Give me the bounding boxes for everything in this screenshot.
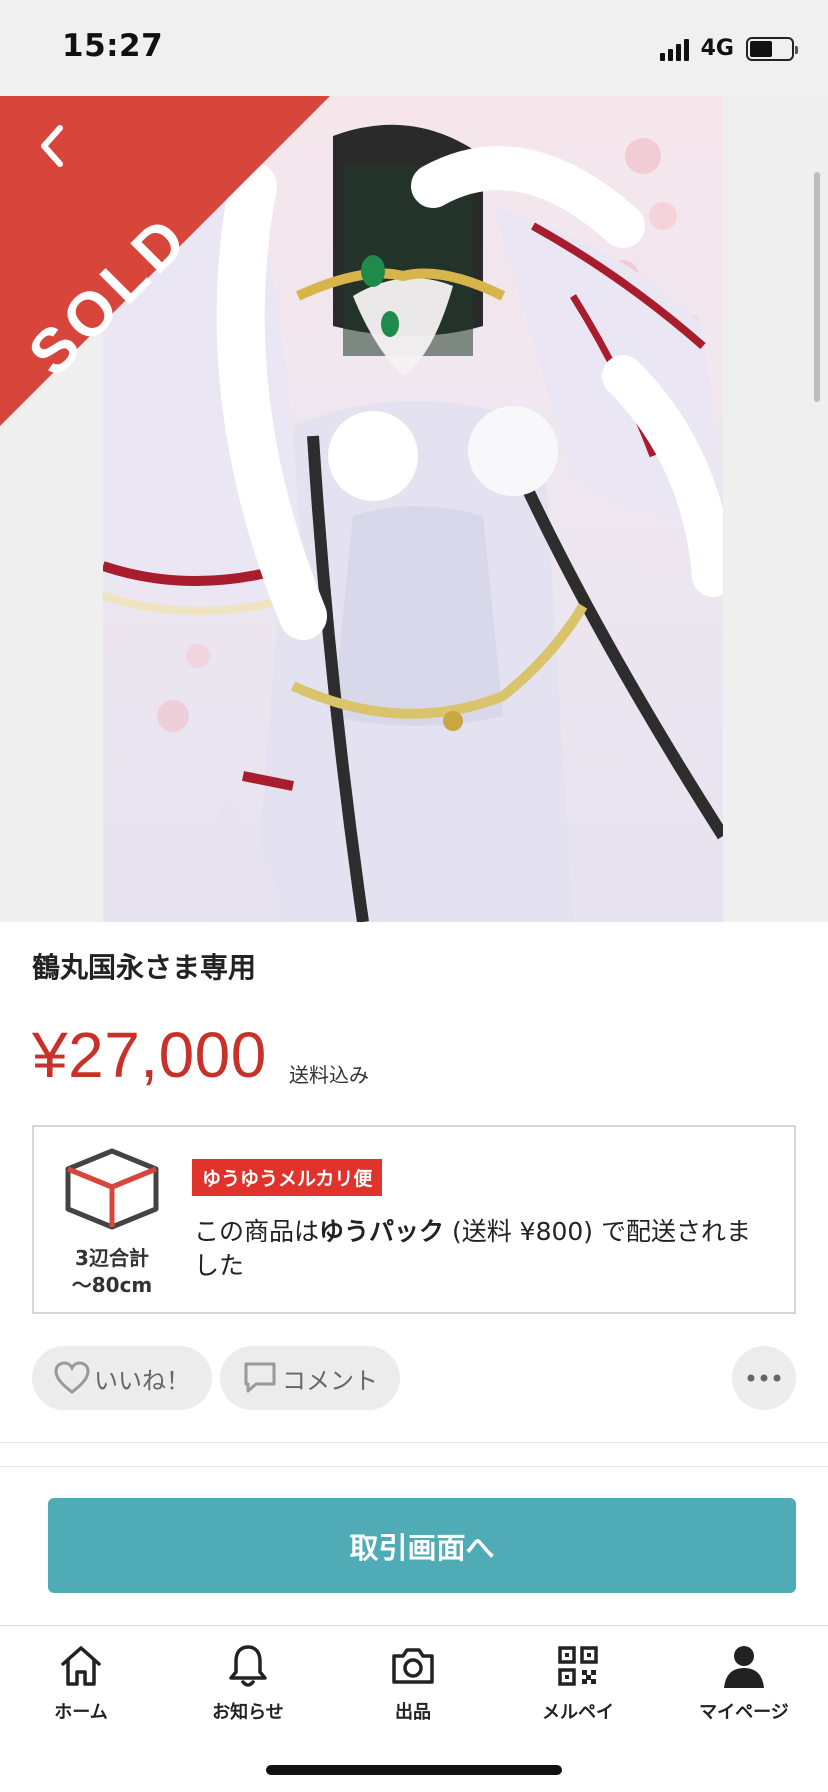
battery-fill	[750, 40, 772, 57]
nav-label-mypage: マイページ	[699, 1702, 789, 1723]
signal-icon	[659, 37, 689, 61]
chevron-left-icon	[41, 125, 63, 167]
nav-label-merpay: メルペイ	[542, 1702, 614, 1723]
nav-item-merpay[interactable]: メルペイ	[513, 1642, 643, 1724]
person-icon	[724, 1646, 764, 1688]
back-button[interactable]	[22, 116, 82, 176]
divider	[0, 1466, 828, 1467]
product-photo[interactable]	[103, 96, 723, 922]
status-bar: 15:27 4G	[0, 0, 828, 96]
camera-icon	[392, 1648, 434, 1684]
nav-label-home: ホーム	[54, 1702, 108, 1723]
like-button[interactable]: いいね！	[32, 1346, 212, 1410]
qr-code-icon	[558, 1646, 598, 1686]
costume-illustration	[103, 124, 723, 922]
bell-icon	[229, 1645, 267, 1687]
home-icon	[61, 1646, 101, 1686]
status-time: 15:27	[62, 28, 164, 64]
nav-item-mypage[interactable]: マイページ	[679, 1642, 809, 1724]
comment-label: コメント	[282, 1366, 378, 1395]
shipping-method-badge: ゆうゆうメルカリ便	[192, 1159, 383, 1196]
home-indicator[interactable]	[266, 1765, 562, 1775]
go-to-transaction-button[interactable]: 取引画面へ	[48, 1498, 796, 1593]
more-options-button[interactable]	[732, 1346, 796, 1410]
nav-item-home[interactable]: ホーム	[16, 1642, 146, 1724]
heart-icon	[54, 1361, 90, 1394]
package-size-line1: 3辺合計	[75, 1246, 149, 1270]
product-price: ¥27,000	[32, 1019, 267, 1091]
shipping-text-prefix: この商品は	[194, 1217, 320, 1246]
scrollbar[interactable]	[814, 172, 820, 402]
product-title: 鶴丸国永さま専用	[32, 951, 257, 984]
nav-label-sell: 出品	[395, 1702, 431, 1723]
comment-button[interactable]: コメント	[220, 1346, 400, 1410]
package-size-line2: 〜80cm	[71, 1273, 153, 1297]
divider	[0, 1442, 828, 1443]
package-size: 3辺合計 〜80cm	[42, 1245, 182, 1299]
network-type: 4G	[700, 36, 734, 61]
price-note: 送料込み	[289, 1063, 369, 1087]
shipping-method: ゆうパック	[319, 1217, 445, 1246]
shipping-info-box: 3辺合計 〜80cm ゆうゆうメルカリ便 この商品はゆうパック (送料 ¥800…	[32, 1125, 796, 1314]
nav-item-sell[interactable]: 出品	[348, 1642, 478, 1724]
package-box-icon	[65, 1148, 159, 1230]
more-dots-icon	[747, 1374, 781, 1382]
battery-icon	[746, 36, 798, 61]
comment-bubble-icon	[244, 1362, 276, 1393]
shipping-description: この商品はゆうパック (送料 ¥800) で配送されました	[194, 1215, 764, 1283]
status-indicators: 4G	[659, 36, 798, 61]
nav-label-notifications: お知らせ	[212, 1702, 284, 1723]
like-label: いいね！	[94, 1366, 190, 1395]
product-image-area[interactable]: SOLD	[0, 96, 828, 922]
nav-item-notifications[interactable]: お知らせ	[183, 1642, 313, 1724]
